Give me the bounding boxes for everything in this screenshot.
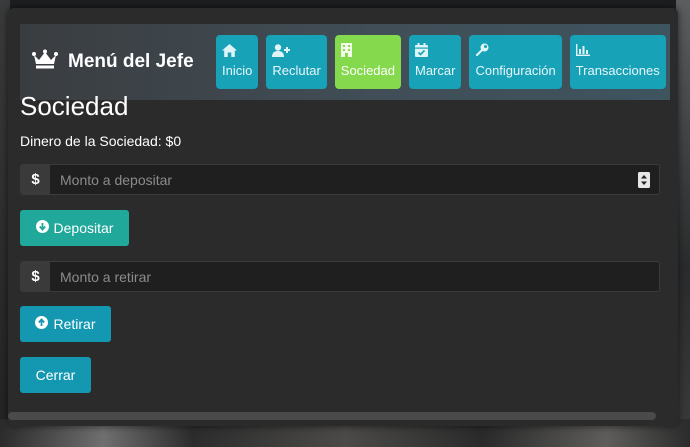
tab-label: Sociedad	[340, 63, 395, 78]
close-button[interactable]: Cerrar	[20, 357, 91, 393]
withdraw-amount-input[interactable]	[50, 262, 659, 291]
society-balance: Dinero de la Sociedad: $0	[20, 133, 182, 149]
tab-configuracion[interactable]: Configuración	[469, 35, 562, 89]
tab-label: Marcar	[415, 63, 456, 78]
deposit-amount-input[interactable]	[50, 165, 629, 194]
arrow-circle-up-icon	[35, 316, 49, 332]
withdraw-input-group: $	[20, 261, 660, 292]
tab-inicio[interactable]: Inicio	[216, 35, 259, 89]
deposit-input-group: $	[20, 164, 660, 195]
withdraw-button-label: Retirar	[53, 316, 96, 332]
dollar-addon: $	[21, 165, 50, 194]
brand: Menú del Jefe	[20, 49, 216, 75]
navbar: Menú del Jefe Inicio Reclutar Sociedad M…	[20, 24, 670, 100]
tab-marcar[interactable]: Marcar	[409, 35, 462, 89]
boss-menu-panel: Menú del Jefe Inicio Reclutar Sociedad M…	[8, 8, 678, 426]
chart-bar-icon	[575, 43, 660, 57]
calendar-check-icon	[415, 43, 455, 57]
tab-label: Configuración	[475, 63, 556, 78]
user-plus-icon	[272, 43, 320, 57]
brand-title: Menú del Jefe	[68, 51, 194, 72]
deposit-button-label: Depositar	[53, 220, 114, 236]
withdraw-button[interactable]: Retirar	[20, 306, 111, 342]
home-icon	[222, 43, 252, 57]
wrench-icon	[475, 43, 555, 57]
tab-reclutar[interactable]: Reclutar	[266, 35, 327, 89]
tab-label: Inicio	[222, 63, 253, 78]
arrow-circle-down-icon	[35, 220, 49, 236]
tab-label: Reclutar	[272, 63, 321, 78]
tab-bar: Inicio Reclutar Sociedad Marcar Configur…	[216, 35, 666, 89]
tab-sociedad[interactable]: Sociedad	[334, 35, 401, 89]
game-background-right	[676, 0, 690, 447]
horizontal-scrollbar[interactable]	[8, 412, 656, 420]
page-title: Sociedad	[20, 91, 129, 121]
tab-transacciones[interactable]: Transacciones	[569, 35, 666, 89]
number-spinner[interactable]	[629, 165, 659, 194]
crown-icon	[32, 49, 68, 75]
deposit-button[interactable]: Depositar	[20, 210, 129, 246]
tab-label: Transacciones	[575, 63, 660, 78]
dollar-addon: $	[21, 262, 50, 291]
building-icon	[340, 43, 395, 57]
